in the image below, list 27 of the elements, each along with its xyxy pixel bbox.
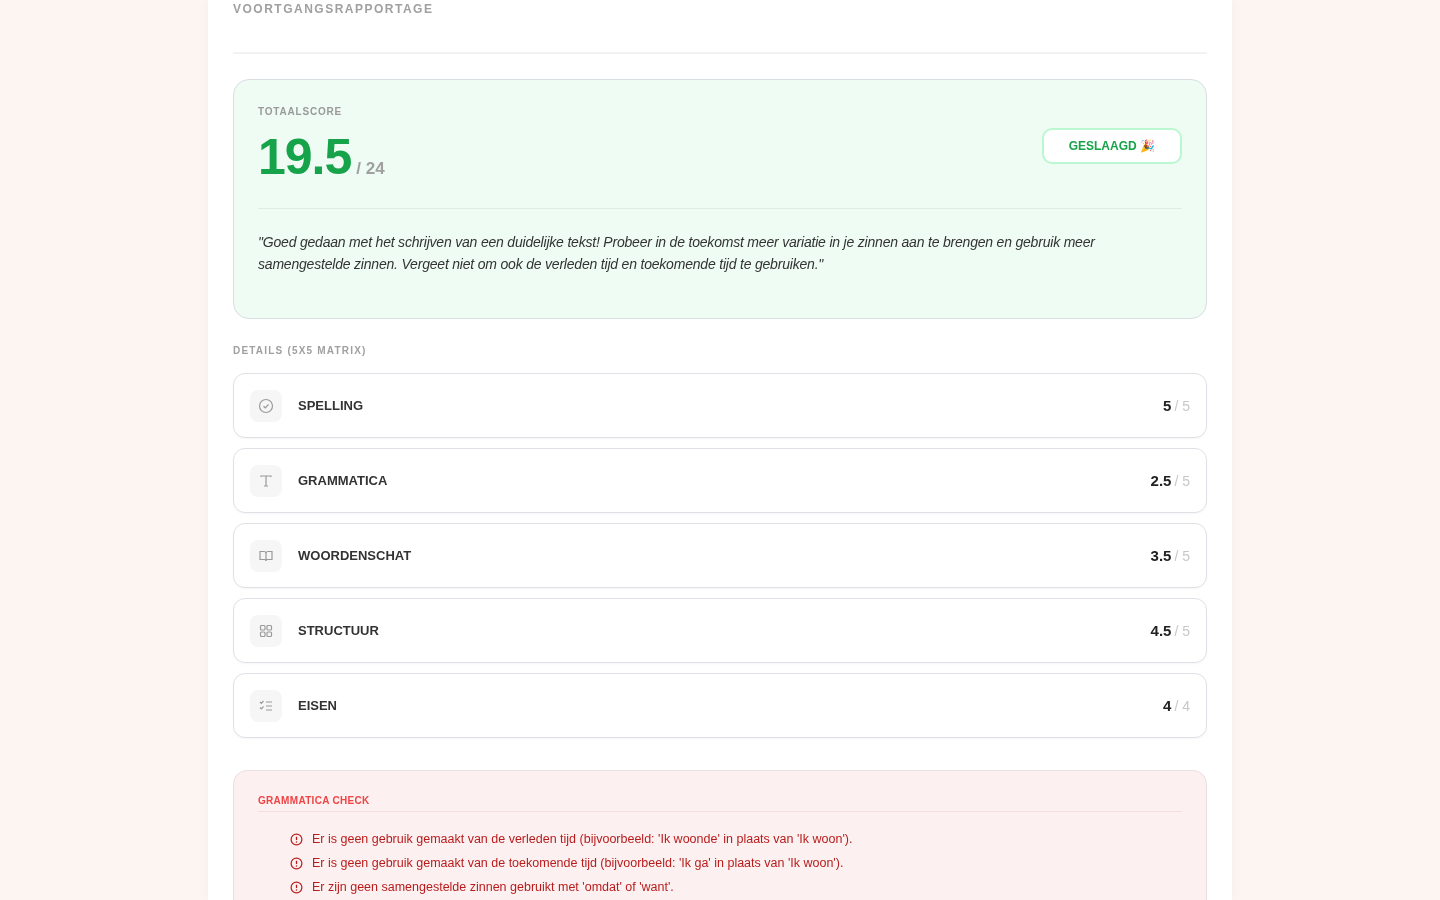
criterion-score: 4 bbox=[1163, 697, 1172, 714]
issue-text: Er zijn geen samengestelde zinnen gebruikt met 'omdat' of 'want'. bbox=[312, 880, 674, 894]
criterion-score: 3.5 bbox=[1150, 547, 1172, 564]
criterion-name: STRUCTUUR bbox=[298, 623, 380, 638]
score-label: TOTAALSCORE bbox=[258, 106, 343, 117]
check-circle-icon bbox=[258, 397, 274, 414]
criterion-name: WOORDENSCHAT bbox=[298, 548, 413, 563]
criterion-name: EISEN bbox=[298, 698, 338, 713]
total-score: 19.5 bbox=[258, 131, 352, 183]
feedback-text: "Goed gedaan met het schrijven van een duidelijke tekst! Probeer in de toekomst meer variatie in je zinnen aan te brengen en gebruik meer samengestelde zinnen. Vergeet niet om ook de verleden tijd en toekomende tijd te gebruiken." bbox=[258, 233, 1097, 274]
alert-icon bbox=[290, 880, 303, 894]
alert-icon bbox=[290, 856, 303, 870]
grammar-heading: GRAMMATICA CHECK bbox=[258, 795, 1182, 812]
criterion-name: GRAMMATICA bbox=[298, 473, 389, 488]
text-icon bbox=[258, 472, 274, 489]
criterion-name: SPELLING bbox=[298, 398, 364, 413]
grid-icon bbox=[258, 622, 274, 639]
issue-text: Er is geen gebruik gemaakt van de toekomende tijd (bijvoorbeeld: 'Ik ga' in plaats van 'Ik woon'). bbox=[312, 856, 844, 870]
score-max: / 24 bbox=[356, 159, 385, 179]
criterion-score: 4.5 bbox=[1150, 622, 1172, 639]
status-badge: GESLAAGD 🎉 bbox=[1041, 128, 1182, 164]
criterion-score: 5 bbox=[1163, 397, 1172, 414]
alert-icon bbox=[290, 832, 303, 846]
section-heading: DETAILS (5X5 MATRIX) bbox=[233, 345, 368, 356]
criterion-score: 2.5 bbox=[1150, 472, 1172, 489]
report-title: VOORTGANGSRAPPORTAGE bbox=[233, 1, 435, 16]
issue-text: Er is geen gebruik gemaakt van de verleden tijd (bijvoorbeeld: 'Ik woonde' in plaats van 'Ik woon'). bbox=[312, 832, 853, 846]
